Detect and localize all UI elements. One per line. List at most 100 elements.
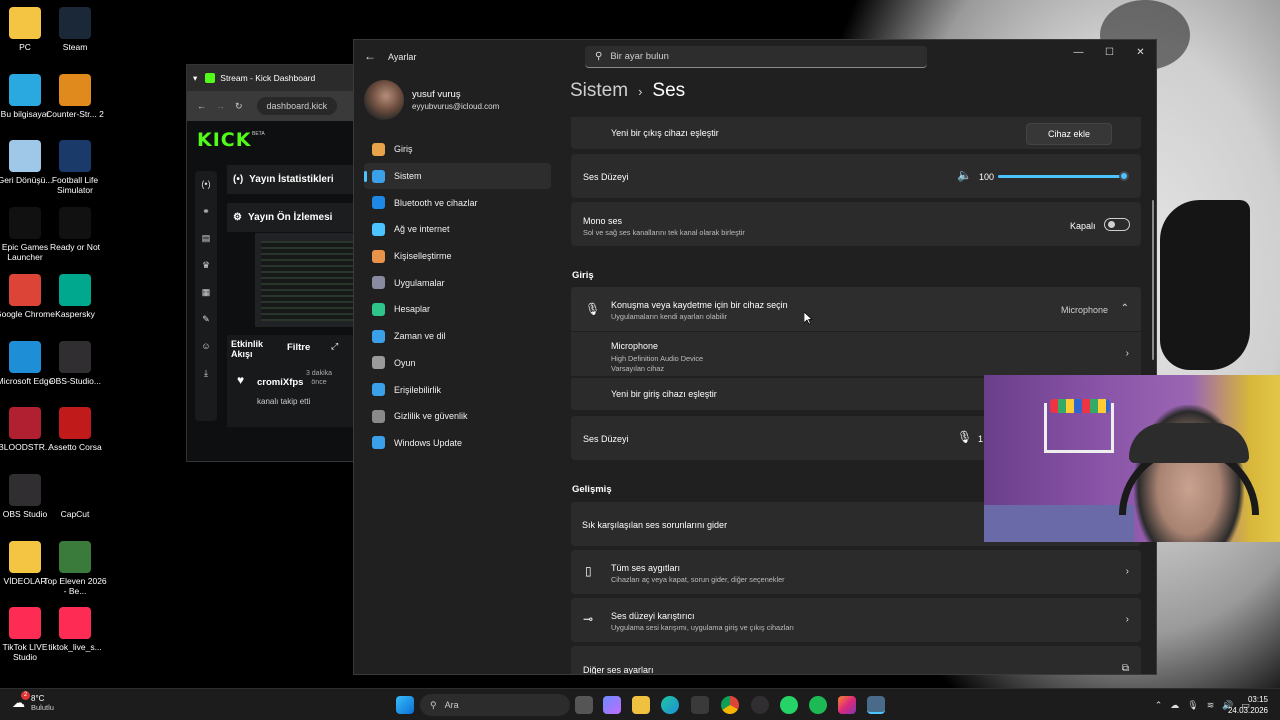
stream-preview-panel[interactable]: ⚙ Yayın Ön İzlemesi: [227, 203, 365, 232]
desktop-icon-kaspersky[interactable]: Kaspersky: [43, 273, 107, 319]
task-view-icon[interactable]: [575, 696, 593, 714]
settings-search[interactable]: ⚲: [585, 46, 927, 68]
nav-item-system[interactable]: Sistem: [364, 162, 551, 190]
taskbar: ☁ 2 8°C Bulutlu ⚲ Ara ⌃ ☁ 🎙 ≋ 🔊 ▭ 03:15 2…: [0, 688, 1280, 720]
copilot-icon[interactable]: [603, 696, 621, 714]
trophy-icon[interactable]: ♛: [195, 252, 217, 279]
nav-item-account[interactable]: Hesaplar: [364, 296, 551, 323]
input-device-microphone[interactable]: Microphone High Definition Audio Device …: [571, 332, 1141, 376]
more-sound-settings-row[interactable]: Diğer ses ayarları ⧉: [571, 646, 1141, 674]
onedrive-icon[interactable]: ☁: [1170, 700, 1179, 711]
browser-tab[interactable]: Stream - Kick Dashboard: [205, 73, 315, 83]
obs-icon[interactable]: [751, 696, 769, 714]
microphone-icon[interactable]: 🎙: [957, 430, 972, 444]
desktop-icon-top-eleven[interactable]: Top Eleven 2026 - Be...: [43, 540, 107, 596]
chrome-icon[interactable]: [721, 696, 739, 714]
expand-icon[interactable]: ⤢: [331, 341, 338, 352]
desktop-icon-capcut[interactable]: CapCut: [43, 473, 107, 519]
tab-list-icon[interactable]: ▾: [193, 73, 197, 84]
spotify-icon[interactable]: [809, 696, 827, 714]
bluetooth-icon: [372, 196, 385, 210]
selected-input-device: Microphone: [1061, 305, 1109, 315]
edge-icon[interactable]: [661, 696, 679, 714]
search-icon: ⚲: [430, 699, 437, 710]
file-explorer-icon[interactable]: [632, 696, 650, 714]
breadcrumb-parent[interactable]: Sistem: [570, 80, 628, 102]
open-external-icon[interactable]: ⧉: [1122, 663, 1129, 674]
fls-icon: [59, 140, 91, 173]
instagram-icon[interactable]: [838, 696, 856, 714]
output-volume-label: Ses Düzeyi: [583, 172, 629, 182]
stats-icon[interactable]: ▤: [195, 225, 217, 252]
minimize-icon[interactable]: —: [1063, 40, 1094, 64]
chevron-up-icon[interactable]: ⌃: [1121, 303, 1129, 314]
settings-scrollbar[interactable]: [1152, 200, 1154, 360]
wrench-icon[interactable]: ✎: [195, 306, 217, 333]
desktop-icon-cs2[interactable]: Counter-Str... 2: [43, 73, 107, 119]
mono-audio-toggle[interactable]: [1104, 218, 1130, 231]
nav-item-home[interactable]: Giriş: [364, 136, 551, 163]
export-icon[interactable]: ⤓: [195, 360, 217, 387]
output-volume-slider[interactable]: [998, 175, 1124, 178]
nav-item-gamepad[interactable]: Oyun: [364, 350, 551, 377]
browser-window[interactable]: ▾ Stream - Kick Dashboard ← → ↻ dashboar…: [186, 64, 366, 462]
address-bar[interactable]: dashboard.kick: [256, 97, 338, 115]
chevron-right-icon[interactable]: ›: [1126, 348, 1129, 359]
speaker-icon[interactable]: 🔈: [957, 168, 972, 182]
start-icon[interactable]: [396, 696, 414, 714]
close-icon[interactable]: ✕: [1125, 40, 1156, 64]
users-icon[interactable]: ☺: [195, 333, 217, 360]
desktop-icon-assetto[interactable]: Assetto Corsa: [43, 407, 107, 452]
volume-mixer-title: Ses düzeyi karıştırıcı: [611, 611, 695, 621]
reload-icon[interactable]: ↻: [235, 101, 243, 112]
desktop-icon-obs[interactable]: OBS-Studio...: [43, 340, 107, 386]
nav-item-wifi[interactable]: Ağ ve internet: [364, 216, 551, 243]
media-icon[interactable]: ▦: [195, 279, 217, 306]
user-profile[interactable]: yusuf vuruş eyyubvurus@icloud.com: [364, 80, 499, 120]
desktop-icon-steam[interactable]: Steam: [43, 7, 107, 52]
nav-item-globe-clock[interactable]: Zaman ve dil: [364, 323, 551, 350]
pair-input-label[interactable]: Yeni bir giriş cihazı eşleştir: [611, 389, 717, 399]
all-audio-devices-row[interactable]: ▯ Tüm ses aygıtları Cihazları aç veya ka…: [571, 550, 1141, 594]
desktop-icon-fls[interactable]: Football Life Simulator: [43, 140, 107, 195]
nav-item-apps[interactable]: Uygulamalar: [364, 269, 551, 296]
search-input[interactable]: [610, 51, 911, 62]
nav-item-accessibility[interactable]: Erişilebilirlik: [364, 376, 551, 403]
nav-item-bluetooth[interactable]: Bluetooth ve cihazlar: [364, 189, 551, 216]
volume-mixer-row[interactable]: ⊸ Ses düzeyi karıştırıcı Uygulama sesi k…: [571, 598, 1141, 642]
input-device-chooser[interactable]: 🎙 Konuşma veya kaydetme için bir cihaz s…: [571, 287, 1141, 331]
broadcast-icon[interactable]: (•): [195, 171, 217, 198]
add-device-button[interactable]: Cihaz ekle: [1026, 123, 1112, 145]
epic-icon: [59, 207, 91, 240]
settings-app-icon[interactable]: [867, 696, 885, 714]
wallpaper-skull: [1160, 200, 1250, 370]
chevron-right-icon[interactable]: ›: [1126, 566, 1129, 577]
clock[interactable]: 03:15 24.03.2026: [1228, 694, 1268, 716]
link-icon[interactable]: ⚭: [195, 198, 217, 225]
weather-widget[interactable]: ☁ 2 8°C Bulutlu: [12, 691, 54, 712]
stream-stats-panel[interactable]: (•) Yayın İstatistikleri: [227, 165, 365, 194]
wifi-icon[interactable]: ≋: [1207, 700, 1215, 711]
wifi-icon: [372, 222, 385, 236]
microphone-icon[interactable]: 🎙: [1187, 700, 1198, 711]
taskbar-search[interactable]: ⚲ Ara: [420, 694, 570, 716]
chevron-right-icon[interactable]: ›: [1126, 614, 1129, 625]
user-email: eyyubvurus@icloud.com: [412, 102, 500, 111]
settings-titlebar: ← Ayarlar ⚲ — ☐ ✕: [354, 40, 1156, 72]
chevron-up-icon[interactable]: ⌃: [1155, 700, 1163, 711]
back-arrow-icon[interactable]: ←: [197, 101, 206, 111]
back-arrow-icon[interactable]: ←: [364, 49, 376, 63]
desktop-icon-tiktok[interactable]: tiktok_live_s...: [43, 607, 107, 652]
activity-filter-button[interactable]: Filtre: [287, 342, 310, 353]
nav-item-shield[interactable]: Gizlilik ve güvenlik: [364, 403, 551, 430]
whatsapp-icon[interactable]: [780, 696, 798, 714]
nav-item-label: Uygulamalar: [394, 277, 445, 288]
maximize-icon[interactable]: ☐: [1094, 40, 1125, 64]
nav-item-brush[interactable]: Kişiselleştirme: [364, 243, 551, 270]
nav-item-update[interactable]: Windows Update: [364, 430, 551, 457]
output-volume-thumb[interactable]: [1119, 171, 1129, 181]
forward-arrow-icon[interactable]: →: [216, 101, 225, 111]
store-icon[interactable]: [691, 696, 709, 714]
activity-feed: Etkinlik Akışı Filtre ⤢ ♥ cromiXfps 3 da…: [227, 335, 365, 427]
desktop-icon-epic[interactable]: Ready or Not: [43, 207, 107, 252]
